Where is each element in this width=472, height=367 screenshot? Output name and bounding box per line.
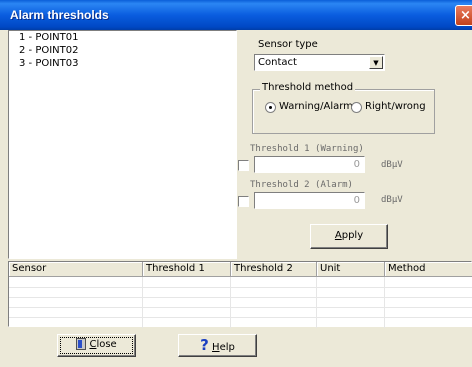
table-row-divider <box>9 307 472 308</box>
column-header-sensor[interactable]: Sensor <box>9 262 143 277</box>
threshold2-value: 0 <box>353 195 360 206</box>
close-button[interactable]: Close <box>57 334 136 357</box>
sensor-type-value: Contact <box>258 57 297 68</box>
point-list-item[interactable]: 3 - POINT03 <box>19 58 79 69</box>
chevron-down-icon[interactable]: ▼ <box>369 56 383 69</box>
window-close-button[interactable]: × <box>455 5 472 26</box>
apply-button-label: pply <box>341 230 364 241</box>
help-icon: ? <box>200 336 209 354</box>
point-list-item[interactable]: 1 - POINT01 <box>19 32 79 43</box>
apply-button[interactable]: Apply <box>310 224 388 249</box>
table-column-divider <box>316 277 317 328</box>
close-button-label: lose <box>96 339 117 350</box>
window-title: Alarm thresholds <box>10 8 109 22</box>
radio-warning-alarm[interactable] <box>265 102 276 113</box>
title-bar[interactable]: Alarm thresholds × <box>0 0 472 30</box>
table-row-divider <box>9 317 472 318</box>
threshold2-unit: dBµV <box>381 195 403 205</box>
threshold2-input[interactable]: 0 <box>254 192 365 209</box>
column-header-method[interactable]: Method <box>385 262 472 277</box>
threshold2-checkbox[interactable] <box>238 196 249 207</box>
sensor-type-select[interactable]: Contact ▼ <box>254 54 385 71</box>
threshold2-label: Threshold 2 (Alarm) <box>250 180 353 190</box>
thresholds-table[interactable]: Sensor Threshold 1 Threshold 2 Unit Meth… <box>8 261 472 328</box>
column-header-unit[interactable]: Unit <box>317 262 385 277</box>
table-row-divider <box>9 297 472 298</box>
help-button[interactable]: ? Help <box>178 334 257 357</box>
radio-warning-alarm-label[interactable]: Warning/Alarm <box>279 101 353 112</box>
table-column-divider <box>142 277 143 328</box>
table-column-divider <box>384 277 385 328</box>
help-button-mnemonic: H <box>212 342 220 353</box>
threshold1-value: 0 <box>353 159 360 170</box>
column-header-threshold1[interactable]: Threshold 1 <box>143 262 231 277</box>
help-button-label: elp <box>219 342 235 353</box>
radio-right-wrong-label[interactable]: Right/wrong <box>365 101 426 112</box>
radio-selected-dot <box>269 106 272 109</box>
column-header-threshold2[interactable]: Threshold 2 <box>231 262 317 277</box>
threshold1-label: Threshold 1 (Warning) <box>250 144 364 154</box>
threshold-method-legend: Threshold method <box>260 82 356 93</box>
threshold1-unit: dBµV <box>381 160 403 170</box>
radio-right-wrong[interactable] <box>351 102 362 113</box>
table-row-divider <box>9 287 472 288</box>
table-column-divider <box>230 277 231 328</box>
point-list[interactable]: 1 - POINT01 2 - POINT02 3 - POINT03 <box>8 30 237 259</box>
threshold1-input[interactable]: 0 <box>254 156 365 173</box>
point-list-item[interactable]: 2 - POINT02 <box>19 45 79 56</box>
sensor-type-label: Sensor type <box>258 39 318 50</box>
threshold1-checkbox[interactable] <box>238 160 249 171</box>
apply-button-mnemonic: A <box>334 230 342 241</box>
alarm-thresholds-dialog: Alarm thresholds × 1 - POINT01 2 - POINT… <box>0 0 472 367</box>
door-icon <box>76 338 87 350</box>
